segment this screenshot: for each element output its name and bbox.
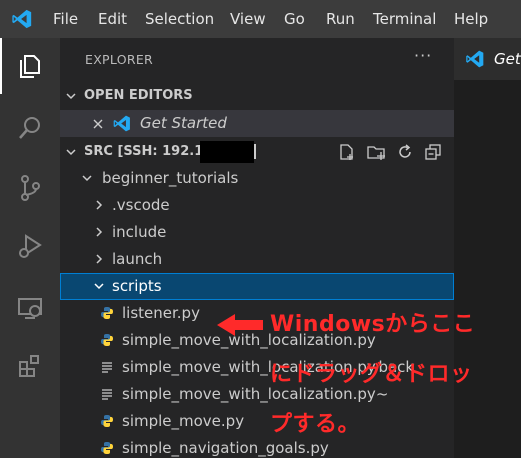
chevron-down-icon	[66, 93, 76, 100]
menu-edit[interactable]: Edit	[98, 0, 127, 38]
vscode-logo-icon	[466, 50, 484, 68]
source-control-activity-button[interactable]	[0, 160, 60, 216]
chevron-right-icon	[96, 254, 103, 264]
source-control-icon	[21, 175, 40, 201]
more-actions-icon[interactable]: ···	[414, 46, 432, 65]
file-row[interactable]: simple_navigation_goals.py	[60, 435, 454, 458]
open-editor-item[interactable]: Get Started	[60, 110, 454, 137]
collapse-all-icon[interactable]	[424, 143, 442, 161]
text-file-icon	[102, 362, 112, 373]
folder-row[interactable]: .vscode	[60, 192, 454, 219]
folder-label: launch	[112, 250, 163, 268]
file-label: listener.py	[122, 304, 200, 322]
folder-row[interactable]: beginner_tutorials	[60, 165, 454, 192]
menu-run[interactable]: Run	[326, 0, 355, 38]
explorer-title: EXPLORER	[85, 52, 154, 67]
annotation-line-2: にドラッグ＆ドロッ	[270, 362, 473, 387]
close-icon[interactable]	[92, 118, 104, 130]
run-debug-activity-button[interactable]	[0, 218, 60, 274]
search-activity-button[interactable]	[0, 100, 60, 156]
files-icon	[20, 55, 40, 78]
extensions-activity-button[interactable]	[0, 338, 60, 394]
chevron-down-icon	[66, 149, 76, 156]
red-arrow-icon	[217, 314, 263, 336]
file-label: simple_move.py	[122, 412, 245, 430]
folder-label: scripts	[112, 277, 162, 295]
annotation-line-1: Windowsからここ	[270, 312, 476, 337]
menu-help[interactable]: Help	[454, 0, 488, 38]
editor-tab-label: Get	[494, 50, 521, 68]
folder-label: include	[112, 223, 167, 241]
run-debug-icon	[19, 234, 42, 258]
chevron-right-icon	[96, 200, 103, 210]
python-file-icon	[101, 442, 113, 454]
remote-explorer-icon	[18, 298, 42, 319]
annotation-line-3: プする。	[270, 412, 361, 437]
folder-label: .vscode	[112, 196, 170, 214]
python-file-icon	[101, 334, 113, 346]
open-editor-label: Get Started	[140, 114, 227, 132]
editor-tab[interactable]: Get	[454, 38, 521, 80]
explorer-activity-button[interactable]	[0, 38, 60, 94]
chevron-down-icon	[94, 283, 104, 290]
menu-go[interactable]: Go	[284, 0, 305, 38]
folder-row[interactable]: launch	[60, 246, 454, 273]
refresh-icon[interactable]	[396, 143, 414, 161]
remote-explorer-activity-button[interactable]	[0, 280, 60, 336]
open-editors-label: OPEN EDITORS	[84, 88, 193, 103]
new-folder-icon[interactable]	[366, 143, 386, 161]
menu-view[interactable]: View	[230, 0, 266, 38]
text-file-icon	[102, 389, 112, 400]
editor-area: Get	[454, 38, 521, 458]
explorer-sidebar: EXPLORER ··· OPEN EDITORS Get Started SR…	[60, 38, 454, 458]
file-label: simple_navigation_goals.py	[122, 439, 329, 457]
python-file-icon	[101, 307, 113, 319]
vscode-logo-icon	[12, 9, 32, 29]
title-bar: File Edit Selection View Go Run Terminal…	[0, 0, 521, 38]
file-row[interactable]: simple_move.py	[60, 408, 454, 435]
python-file-icon	[101, 415, 113, 427]
chevron-right-icon	[96, 227, 103, 237]
search-icon	[19, 117, 40, 139]
menu-terminal[interactable]: Terminal	[373, 0, 436, 38]
activity-bar	[0, 38, 60, 458]
folder-label: beginner_tutorials	[102, 169, 239, 187]
folder-row-selected[interactable]: scripts	[60, 273, 454, 300]
menu-selection[interactable]: Selection	[145, 0, 214, 38]
header-bracket-mark	[254, 144, 256, 159]
open-editors-header[interactable]: OPEN EDITORS	[60, 84, 454, 108]
menu-file[interactable]: File	[53, 0, 78, 38]
redaction-box	[200, 141, 254, 163]
folder-row[interactable]: include	[60, 219, 454, 246]
new-file-icon[interactable]	[338, 143, 356, 161]
vscode-logo-icon	[113, 115, 130, 132]
chevron-down-icon	[82, 175, 92, 182]
workspace-header[interactable]: SRC [SSH: 192.168	[60, 139, 454, 165]
extensions-icon	[19, 355, 39, 377]
